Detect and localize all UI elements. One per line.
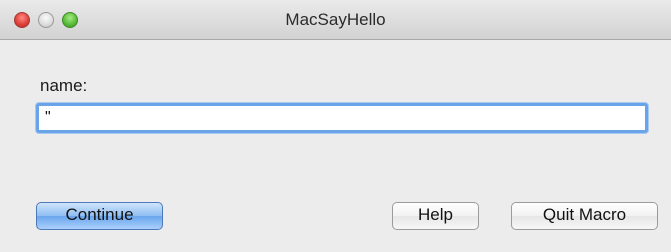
title-bar[interactable]: MacSayHello: [0, 0, 671, 40]
quit-macro-button[interactable]: Quit Macro: [511, 202, 658, 230]
window-title: MacSayHello: [285, 10, 386, 29]
continue-button[interactable]: Continue: [36, 202, 163, 230]
help-button[interactable]: Help: [392, 202, 479, 230]
dialog-window: MacSayHello name: Continue Help Quit Mac…: [0, 0, 671, 252]
name-field-label: name:: [40, 76, 88, 95]
name-input[interactable]: [36, 103, 648, 133]
